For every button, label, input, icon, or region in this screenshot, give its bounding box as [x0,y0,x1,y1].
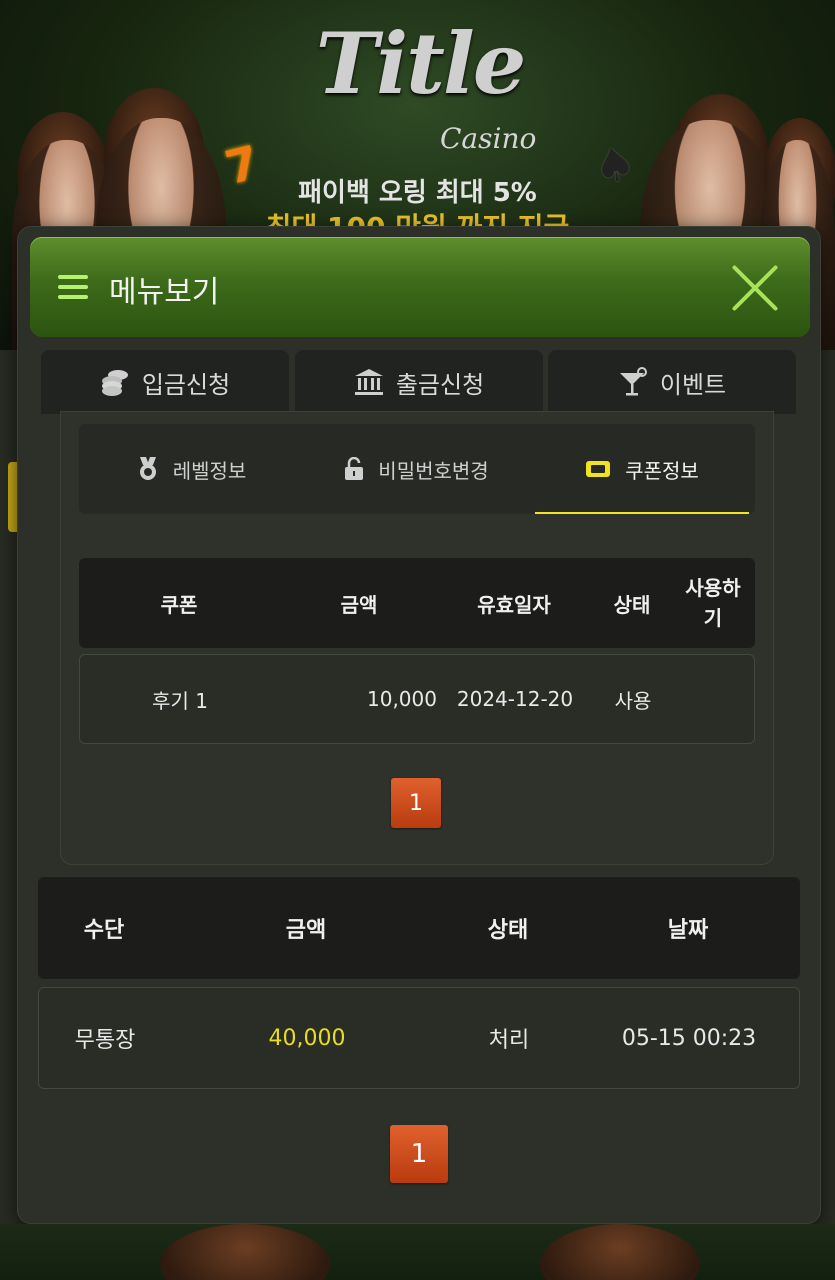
hamburger-icon [58,275,88,299]
cell-method: 무통장 [74,1028,136,1053]
tab-password-change-label: 비밀번호변경 [378,458,489,483]
cell-coupon: 후기 1 [152,688,208,713]
header-amount: 금액 [285,918,327,943]
medal-icon [139,457,156,480]
cell-amount: 40,000 [268,1025,346,1051]
background-page-bottom [0,1224,835,1280]
table-row: 후기 1 10,000 2024-12-20 사용 [79,654,755,744]
header-date: 날짜 [667,918,709,943]
sub-tab-bar: 레벨정보 비밀번호변경 쿠폰정보 [79,424,755,514]
cocktail-icon [619,367,647,396]
cell-status: 처리 [488,1028,530,1053]
coins-icon [101,370,128,396]
header-status: 상태 [487,918,529,943]
ticket-icon [586,461,611,477]
tab-coupon-info[interactable]: 쿠폰정보 [529,424,755,514]
header-coupon: 쿠폰 [160,592,198,617]
tab-coupon-info-label: 쿠폰정보 [625,458,699,483]
cell-amount: 10,000 [367,687,437,711]
history-page-button[interactable]: 1 [390,1125,448,1183]
header-expiry: 유효일자 [477,592,551,617]
tab-level-info-label: 레벨정보 [172,458,247,483]
logo-title: Title [315,14,527,113]
header-method: 수단 [83,918,125,943]
tab-withdraw[interactable]: 출금신청 [295,350,543,414]
menu-modal: 메뉴보기 입금신청 출금신청 이벤트 레벨정보 비밀번호변경 쿠폰정보 쿠폰 금… [17,226,821,1224]
history-table-header: 수단 금액 상태 날짜 [38,877,800,979]
close-button[interactable] [730,263,780,313]
coupon-table-header: 쿠폰 금액 유효일자 상태 사용하 기 [79,558,755,648]
tab-password-change[interactable]: 비밀번호변경 [304,424,529,514]
bank-icon [354,369,383,395]
lock-icon [345,457,364,480]
header-amount: 금액 [340,592,378,617]
tab-event-label: 이벤트 [659,370,727,399]
logo-subtitle: Casino [440,122,537,155]
tab-deposit[interactable]: 입금신청 [41,350,289,414]
tab-deposit-label: 입금신청 [141,370,231,399]
modal-title: 메뉴보기 [109,275,220,310]
cell-status: 사용 [614,688,652,713]
tab-event[interactable]: 이벤트 [548,350,796,414]
header-status: 상태 [613,592,651,617]
cell-date: 05-15 00:23 [621,1025,757,1051]
coupon-page-button[interactable]: 1 [391,778,441,828]
cell-expiry: 2024-12-20 [456,687,574,711]
coupon-panel: 레벨정보 비밀번호변경 쿠폰정보 쿠폰 금액 유효일자 상태 사용하 기 후기 … [60,411,774,865]
promo-text-1: 패이백 오링 최대 5% [298,178,537,208]
table-row: 무통장 40,000 처리 05-15 00:23 [38,987,800,1089]
tab-withdraw-label: 출금신청 [395,370,485,399]
tab-level-info[interactable]: 레벨정보 [79,424,304,514]
header-use: 사용하 기 [685,576,741,630]
cell-use[interactable] [676,655,752,743]
modal-header: 메뉴보기 [30,237,810,337]
